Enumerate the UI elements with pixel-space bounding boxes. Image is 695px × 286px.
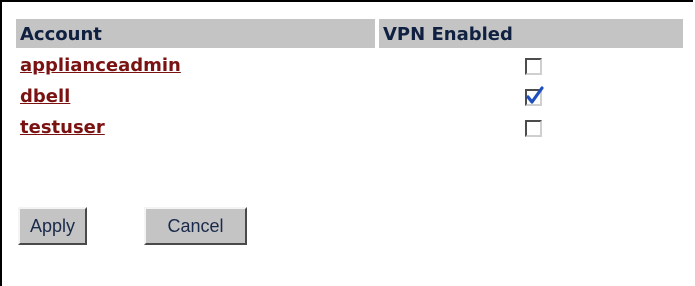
cancel-button[interactable]: Cancel — [144, 207, 247, 245]
table-header-row: Account VPN Enabled — [16, 19, 683, 48]
column-header-vpn-enabled: VPN Enabled — [379, 19, 683, 48]
vpn-enabled-cell — [379, 113, 683, 141]
account-link-dbell[interactable]: dbell — [20, 86, 70, 107]
vpn-accounts-table: Account VPN Enabled applianceadmin dbell — [12, 16, 687, 144]
account-cell: applianceadmin — [16, 51, 375, 79]
vpn-settings-panel: Account VPN Enabled applianceadmin dbell — [0, 0, 693, 286]
account-cell: testuser — [16, 113, 375, 141]
vpn-enabled-checkbox[interactable] — [525, 57, 542, 75]
table-row: dbell — [16, 82, 683, 110]
vpn-enabled-checkbox[interactable] — [525, 85, 544, 106]
apply-button[interactable]: Apply — [18, 207, 87, 245]
vpn-enabled-cell — [379, 82, 683, 110]
account-link-applianceadmin[interactable]: applianceadmin — [20, 55, 181, 76]
vpn-enabled-checkbox[interactable] — [525, 119, 542, 137]
column-header-account: Account — [16, 19, 375, 48]
table-row: testuser — [16, 113, 683, 141]
table-row: applianceadmin — [16, 51, 683, 79]
account-link-testuser[interactable]: testuser — [20, 117, 105, 138]
vpn-enabled-cell — [379, 51, 683, 79]
account-cell: dbell — [16, 82, 375, 110]
checkmark-icon — [526, 85, 544, 104]
